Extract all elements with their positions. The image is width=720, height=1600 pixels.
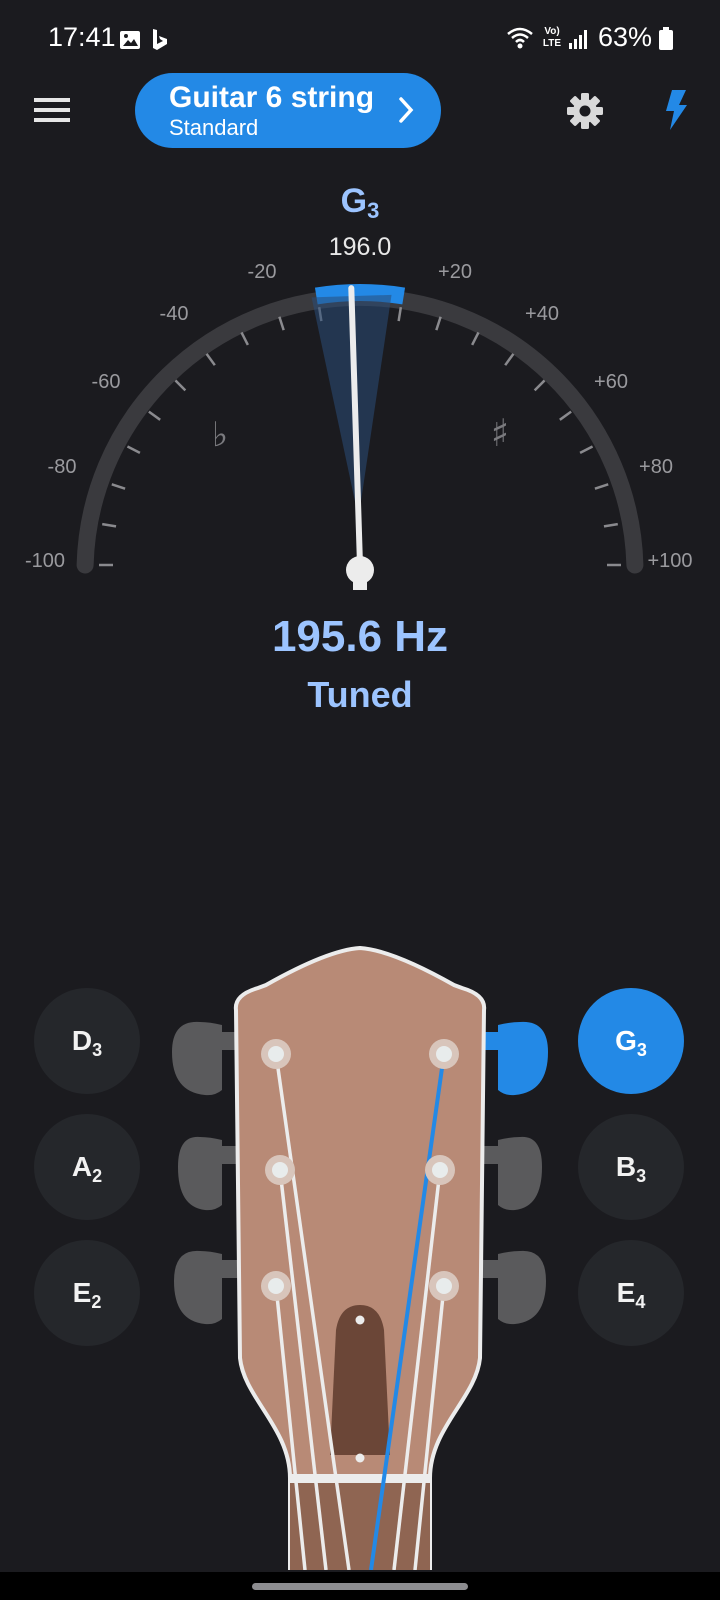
string-octave: 3 [636, 1166, 647, 1186]
label-minus-80: -80 [48, 456, 77, 478]
label-plus-100: +100 [647, 550, 692, 572]
gauge-tick [594, 483, 609, 490]
gauge-tick [148, 410, 161, 421]
status-bar: 17:41 Vo) LTE 63% [0, 0, 720, 80]
gauge-tick [111, 483, 126, 490]
network-type: LTE [542, 38, 562, 49]
string-letter: E [72, 1277, 92, 1308]
bing-icon [153, 29, 167, 50]
label-plus-40: +40 [525, 303, 559, 325]
battery-icon [659, 27, 673, 50]
gauge-tick [102, 522, 117, 528]
label-plus-80: +80 [639, 456, 673, 478]
string-octave: 2 [92, 1166, 103, 1186]
gauge-tick [205, 353, 216, 366]
target-note-letter: G [340, 182, 368, 220]
gear-icon[interactable] [566, 92, 604, 130]
label-plus-60: +60 [594, 371, 628, 393]
tuning-gauge: ♭ ♯ -20 -40 -60 -80 -100 +20 +40 +60 +80… [25, 261, 693, 590]
wifi-icon [507, 27, 533, 49]
detected-frequency: 195.6 Hz [271, 612, 449, 661]
tuning-peg-e2[interactable] [174, 1250, 222, 1325]
gauge-tick [435, 316, 442, 331]
string-letter: E [616, 1277, 636, 1308]
truss-rod-cover [330, 1305, 390, 1455]
screw [355, 1453, 365, 1463]
gauge-tick [126, 445, 141, 454]
instrument-selector-button[interactable]: Guitar 6 string Standard [135, 73, 441, 148]
string-letter: G [615, 1025, 637, 1056]
gauge-tick [471, 331, 480, 346]
string-button-e4[interactable]: E4 [578, 1240, 684, 1346]
chevron-right-icon [399, 97, 414, 123]
string-button-e2[interactable]: E2 [34, 1240, 140, 1346]
string-button-g3[interactable]: G3 [578, 988, 684, 1094]
tuning-status: Tuned [307, 674, 413, 715]
string-letter: B [615, 1151, 637, 1182]
needle-pivot [346, 556, 374, 584]
tuning-peg-g3[interactable] [498, 1021, 548, 1096]
instrument-name: Guitar 6 string [169, 81, 375, 114]
string-letter: D [71, 1025, 93, 1056]
string-button-a2[interactable]: A2 [34, 1114, 140, 1220]
target-note-octave: 3 [367, 198, 380, 223]
gallery-icon [120, 31, 140, 49]
gauge-tick [174, 379, 187, 392]
lte-icon: Vo) LTE [542, 26, 562, 49]
menu-icon[interactable] [34, 96, 70, 124]
gauge-tick [278, 316, 285, 331]
string-octave: 2 [91, 1292, 102, 1312]
target-note: G3 [300, 182, 420, 224]
gauge-tick [240, 331, 249, 346]
screw [355, 1315, 365, 1325]
gauge-tick [504, 353, 515, 366]
status-time: 17:41 [48, 22, 116, 52]
gauge-tick [533, 379, 546, 392]
gauge-tick [579, 445, 594, 454]
tuning-name: Standard [169, 115, 259, 140]
string-octave: 3 [92, 1040, 103, 1060]
nut [290, 1474, 430, 1483]
tuning-peg-d3[interactable] [172, 1021, 222, 1096]
tuning-peg-e4[interactable] [498, 1250, 546, 1325]
string-button-b3[interactable]: B3 [578, 1114, 684, 1220]
flat-symbol: ♭ [212, 415, 228, 455]
home-indicator[interactable] [252, 1583, 468, 1590]
string-octave: 3 [636, 1040, 647, 1060]
string-button-d3[interactable]: D3 [34, 988, 140, 1094]
fretboard [290, 1483, 430, 1570]
gauge-tick [559, 410, 572, 421]
lightning-icon[interactable] [664, 90, 688, 130]
signal-icon [569, 30, 587, 49]
string-letter: A [71, 1151, 93, 1182]
label-minus-40: -40 [160, 303, 189, 325]
label-minus-60: -60 [92, 371, 121, 393]
battery-percent: 63% [598, 22, 653, 52]
tuning-peg-b3[interactable] [498, 1136, 542, 1211]
label-minus-20: -20 [248, 261, 277, 283]
gauge-tick [397, 307, 403, 322]
tuning-peg-a2[interactable] [178, 1136, 222, 1211]
label-plus-20: +20 [438, 261, 472, 283]
gauge-tick [603, 522, 618, 528]
string-octave: 4 [635, 1292, 646, 1312]
label-minus-100: -100 [25, 550, 65, 572]
sharp-symbol: ♯ [491, 411, 509, 455]
